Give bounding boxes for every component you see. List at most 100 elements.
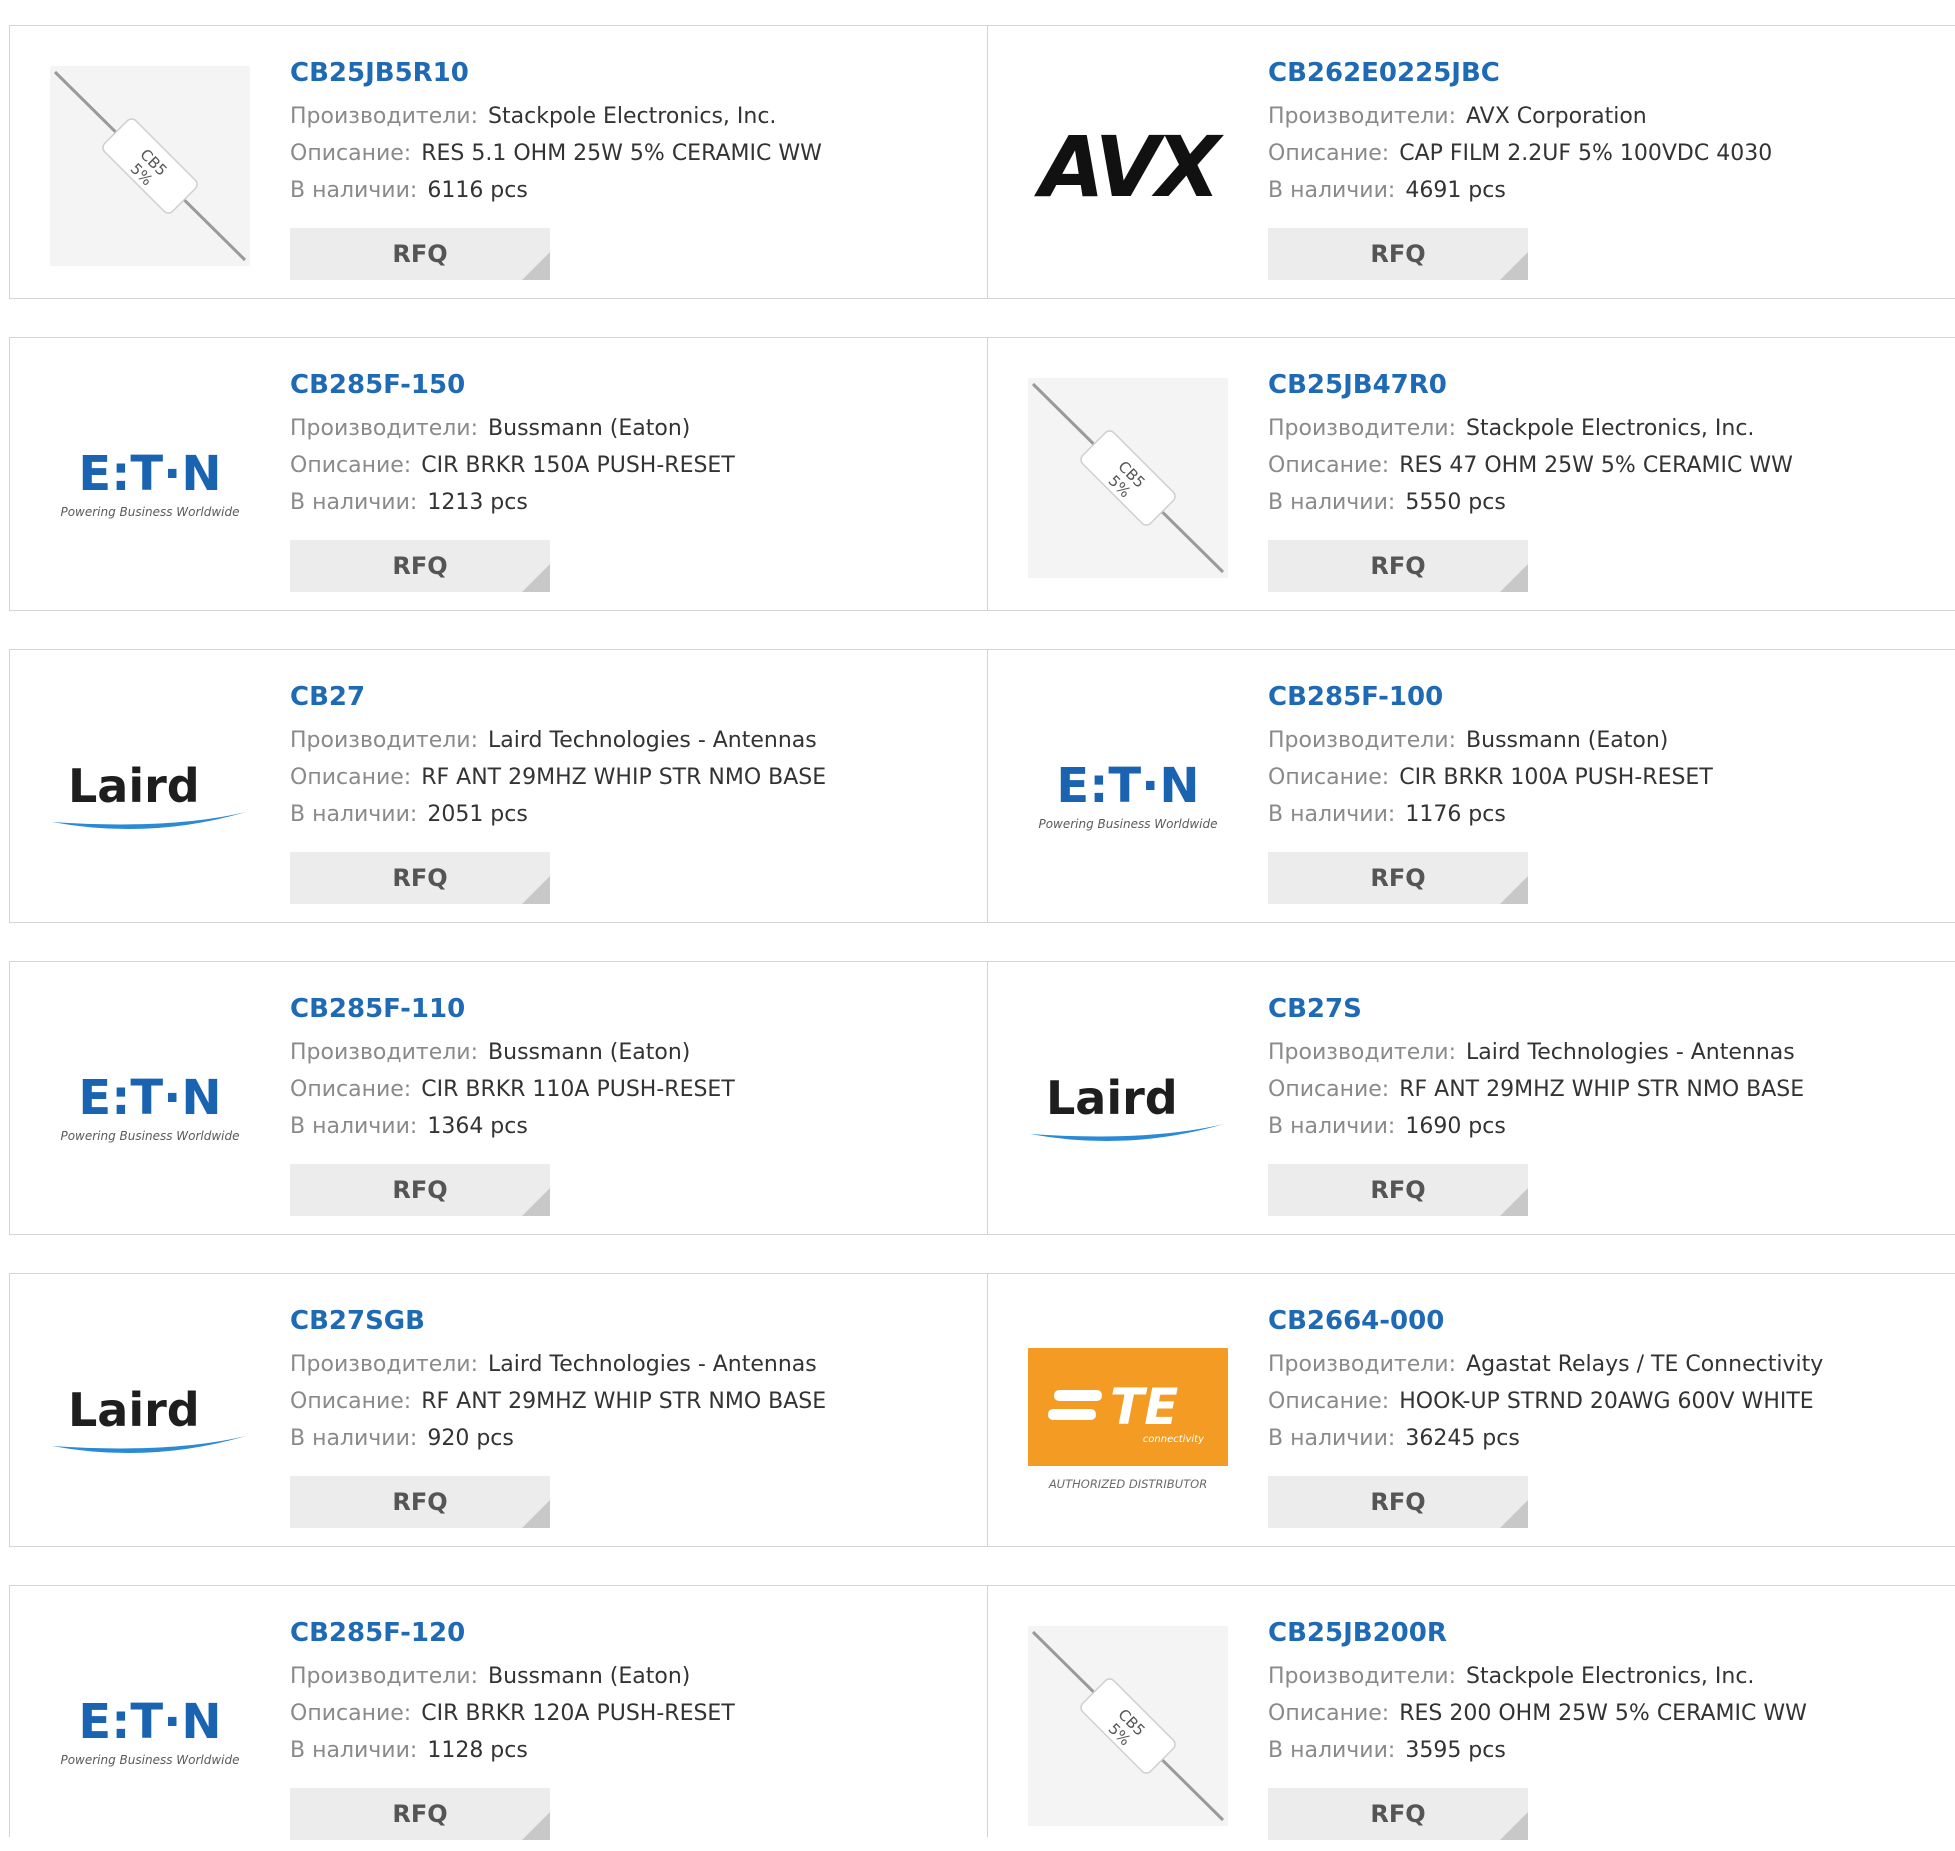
- rfq-button[interactable]: RFQ: [1268, 1788, 1528, 1840]
- laird-logo-icon: Laird: [52, 1383, 246, 1454]
- laird-swoosh: [1030, 1124, 1224, 1142]
- description-line: Описание: RES 47 OHM 25W 5% CERAMIC WW: [1268, 447, 1793, 484]
- description-value: CIR BRKR 110A PUSH-RESET: [421, 1077, 735, 1102]
- part-number-link[interactable]: CB262E0225JBC: [1268, 56, 1772, 90]
- manufacturer-line: Производители: Laird Technologies - Anten…: [290, 722, 826, 759]
- manufacturer-label: Производители:: [1268, 1352, 1457, 1377]
- te-connectivity: connectivity: [1143, 1434, 1205, 1445]
- description-line: Описание: CAP FILM 2.2UF 5% 100VDC 4030: [1268, 135, 1772, 172]
- part-number-link[interactable]: CB2664-000: [1268, 1304, 1823, 1338]
- description-value: RES 47 OHM 25W 5% CERAMIC WW: [1399, 453, 1793, 478]
- rfq-button[interactable]: RFQ: [290, 1476, 550, 1528]
- rfq-label: RFQ: [392, 1176, 448, 1204]
- rfq-button[interactable]: RFQ: [1268, 1476, 1528, 1528]
- stock-line: В наличии: 1364 pcs: [290, 1108, 735, 1145]
- rfq-label: RFQ: [1370, 240, 1426, 268]
- manufacturer-value: Stackpole Electronics, Inc.: [1466, 1664, 1755, 1689]
- corner-triangle-icon: [522, 564, 550, 592]
- product-row: E:T·N Powering Business Worldwide CB285F-1…: [9, 961, 1955, 1235]
- rfq-button[interactable]: RFQ: [1268, 852, 1528, 904]
- part-number-link[interactable]: CB285F-150: [290, 368, 735, 402]
- product-info: CB285F-100 Производители: Bussmann (Eaton)…: [1268, 680, 1713, 833]
- description-label: Описание:: [1268, 141, 1390, 166]
- stock-value: 5550 pcs: [1405, 490, 1506, 515]
- stock-line: В наличии: 2051 pcs: [290, 796, 826, 833]
- manufacturer-line: Производители: Bussmann (Eaton): [290, 410, 735, 447]
- part-number-link[interactable]: CB27: [290, 680, 826, 714]
- manufacturer-line: Производители: Stackpole Electronics, Inc…: [1268, 410, 1793, 447]
- manufacturer-label: Производители:: [1268, 1664, 1457, 1689]
- stock-label: В наличии:: [290, 1738, 418, 1763]
- corner-triangle-icon: [1500, 564, 1528, 592]
- stock-label: В наличии:: [290, 490, 418, 515]
- product-card: Laird CB27SGB Производители: Laird Technolo…: [10, 1274, 988, 1546]
- description-label: Описание:: [1268, 1077, 1390, 1102]
- stock-label: В наличии:: [290, 1426, 418, 1451]
- part-number-link[interactable]: CB25JB200R: [1268, 1616, 1807, 1650]
- eaton-wordmark: E:T·N: [1056, 758, 1199, 814]
- manufacturer-value: Laird Technologies - Antennas: [488, 728, 817, 753]
- eaton-logo-icon: E:T·N Powering Business Worldwide: [60, 1070, 239, 1143]
- stock-value: 1176 pcs: [1405, 802, 1506, 827]
- rfq-button[interactable]: RFQ: [290, 540, 550, 592]
- description-label: Описание:: [290, 1389, 412, 1414]
- eaton-logo-icon: E:T·N Powering Business Worldwide: [1038, 758, 1217, 831]
- description-line: Описание: CIR BRKR 120A PUSH-RESET: [290, 1695, 735, 1732]
- description-label: Описание:: [290, 765, 412, 790]
- stock-label: В наличии:: [290, 178, 418, 203]
- rfq-button[interactable]: RFQ: [290, 228, 550, 280]
- stock-label: В наличии:: [290, 1114, 418, 1139]
- stock-label: В наличии:: [1268, 1114, 1396, 1139]
- stock-line: В наличии: 5550 pcs: [1268, 484, 1793, 521]
- rfq-button[interactable]: RFQ: [1268, 540, 1528, 592]
- stock-value: 4691 pcs: [1405, 178, 1506, 203]
- rfq-button[interactable]: RFQ: [290, 1788, 550, 1840]
- rfq-label: RFQ: [392, 1488, 448, 1516]
- rfq-button[interactable]: RFQ: [1268, 1164, 1528, 1216]
- product-info: CB27 Производители: Laird Technologies - A…: [290, 680, 826, 833]
- corner-triangle-icon: [1500, 1812, 1528, 1840]
- description-line: Описание: RF ANT 29MHZ WHIP STR NMO BASE: [290, 759, 826, 796]
- description-value: CIR BRKR 120A PUSH-RESET: [421, 1701, 735, 1726]
- eaton-wordmark: E:T·N: [78, 1070, 221, 1126]
- eaton-tagline: Powering Business Worldwide: [60, 1129, 239, 1143]
- corner-triangle-icon: [1500, 1500, 1528, 1528]
- stock-line: В наличии: 1213 pcs: [290, 484, 735, 521]
- manufacturer-line: Производители: AVX Corporation: [1268, 98, 1772, 135]
- description-value: RF ANT 29MHZ WHIP STR NMO BASE: [421, 1389, 827, 1414]
- part-number-link[interactable]: CB285F-100: [1268, 680, 1713, 714]
- rfq-button[interactable]: RFQ: [290, 1164, 550, 1216]
- eaton-logo-icon: E:T·N Powering Business Worldwide: [60, 446, 239, 519]
- manufacturer-value: Bussmann (Eaton): [488, 1664, 691, 1689]
- description-label: Описание:: [1268, 1389, 1390, 1414]
- eaton-wordmark: E:T·N: [78, 446, 221, 502]
- product-card: E:T·N Powering Business Worldwide CB285F-1…: [10, 338, 988, 610]
- part-number-link[interactable]: CB285F-110: [290, 992, 735, 1026]
- stock-line: В наличии: 3595 pcs: [1268, 1732, 1807, 1769]
- stock-line: В наличии: 920 pcs: [290, 1420, 826, 1457]
- stock-label: В наличии:: [1268, 178, 1396, 203]
- part-number-link[interactable]: CB25JB5R10: [290, 56, 822, 90]
- stock-line: В наличии: 4691 pcs: [1268, 172, 1772, 209]
- part-number-link[interactable]: CB27SGB: [290, 1304, 826, 1338]
- part-number-link[interactable]: CB25JB47R0: [1268, 368, 1793, 402]
- part-number-link[interactable]: CB285F-120: [290, 1616, 735, 1650]
- rfq-button[interactable]: RFQ: [1268, 228, 1528, 280]
- manufacturer-label: Производители:: [1268, 1040, 1457, 1065]
- stock-value: 1213 pcs: [427, 490, 528, 515]
- description-line: Описание: RF ANT 29MHZ WHIP STR NMO BASE: [290, 1383, 826, 1420]
- stock-value: 2051 pcs: [427, 802, 528, 827]
- manufacturer-line: Производители: Stackpole Electronics, Inc…: [1268, 1658, 1807, 1695]
- part-number-link[interactable]: CB27S: [1268, 992, 1804, 1026]
- product-info: CB25JB47R0 Производители: Stackpole Electr…: [1268, 368, 1793, 521]
- product-info: CB262E0225JBC Производители: AVX Corporati…: [1268, 56, 1772, 209]
- description-label: Описание:: [290, 1077, 412, 1102]
- rfq-button[interactable]: RFQ: [290, 852, 550, 904]
- product-card: E:T·N Powering Business Worldwide CB285F-1…: [10, 1586, 988, 1840]
- laird-wordmark: Laird: [68, 759, 200, 813]
- te-bar-1: [1054, 1390, 1102, 1401]
- manufacturer-line: Производители: Laird Technologies - Anten…: [290, 1346, 826, 1383]
- manufacturer-label: Производители:: [290, 416, 479, 441]
- manufacturer-line: Производители: Bussmann (Eaton): [1268, 722, 1713, 759]
- resistor-logo-icon: CB55%: [50, 66, 250, 266]
